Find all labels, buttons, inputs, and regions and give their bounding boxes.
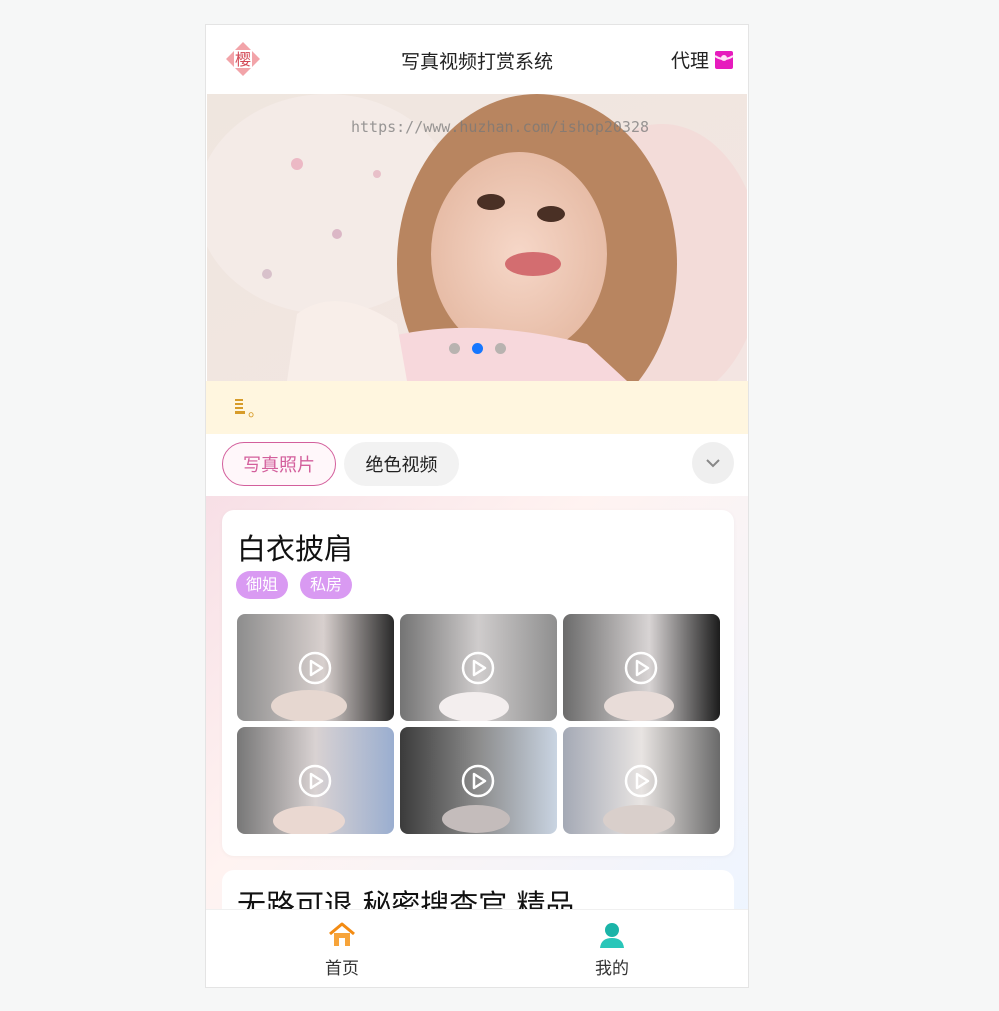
banner-watermark: https://www.huzhan.com/ishop20328 xyxy=(351,118,650,136)
tag-badge[interactable]: 私房 xyxy=(300,571,353,599)
agent-label: 代理 xyxy=(670,50,709,72)
notice-text: 。 xyxy=(248,401,265,420)
play-icon xyxy=(624,764,658,798)
nav-home[interactable]: 首页 xyxy=(297,920,387,979)
video-thumbnail[interactable] xyxy=(563,614,720,721)
chevron-down-icon xyxy=(706,459,720,468)
play-icon xyxy=(298,651,332,685)
header: 樱 写真视频打赏系统 代理 xyxy=(206,25,748,94)
play-icon xyxy=(461,764,495,798)
red-envelope-icon xyxy=(714,50,734,69)
page-title: 写真视频打赏系统 xyxy=(400,51,553,73)
banner-image xyxy=(207,94,747,381)
tab-photos[interactable]: 写真照片 xyxy=(222,442,336,486)
play-icon xyxy=(624,651,658,685)
carousel-dot[interactable] xyxy=(495,343,506,354)
video-thumbnail[interactable] xyxy=(400,727,557,834)
carousel-dot[interactable] xyxy=(449,343,460,354)
carousel-dots xyxy=(449,343,506,354)
agent-button[interactable]: 代理 xyxy=(671,46,734,73)
banner-carousel[interactable]: https://www.huzhan.com/ishop20328 xyxy=(207,94,747,381)
nav-mine-label: 我的 xyxy=(595,959,629,979)
video-thumbnail[interactable] xyxy=(237,727,394,834)
notice-bar: 。 xyxy=(206,381,748,434)
album-card[interactable]: 白衣披肩 御姐 私房 xyxy=(222,510,734,856)
notice-icon xyxy=(235,399,245,414)
user-icon xyxy=(600,923,624,948)
home-icon xyxy=(329,922,355,946)
video-thumbnail[interactable] xyxy=(563,727,720,834)
tag-badge[interactable]: 御姐 xyxy=(236,571,289,599)
carousel-dot-active[interactable] xyxy=(472,343,483,354)
play-icon xyxy=(461,651,495,685)
video-thumbnail-grid xyxy=(237,614,720,836)
bottom-nav: 首页 我的 xyxy=(206,909,748,987)
category-tabs: 写真照片 绝色视频 xyxy=(206,434,748,496)
album-title: 白衣披肩 xyxy=(237,532,354,566)
mobile-page: 樱 写真视频打赏系统 代理 https://www.huzhan.com/ish… xyxy=(205,24,749,988)
tab-videos[interactable]: 绝色视频 xyxy=(344,442,459,486)
nav-home-label: 首页 xyxy=(325,959,359,979)
video-thumbnail[interactable] xyxy=(400,614,557,721)
expand-tabs-button[interactable] xyxy=(692,442,734,484)
video-thumbnail[interactable] xyxy=(237,614,394,721)
nav-mine[interactable]: 我的 xyxy=(567,920,657,979)
play-icon xyxy=(298,764,332,798)
